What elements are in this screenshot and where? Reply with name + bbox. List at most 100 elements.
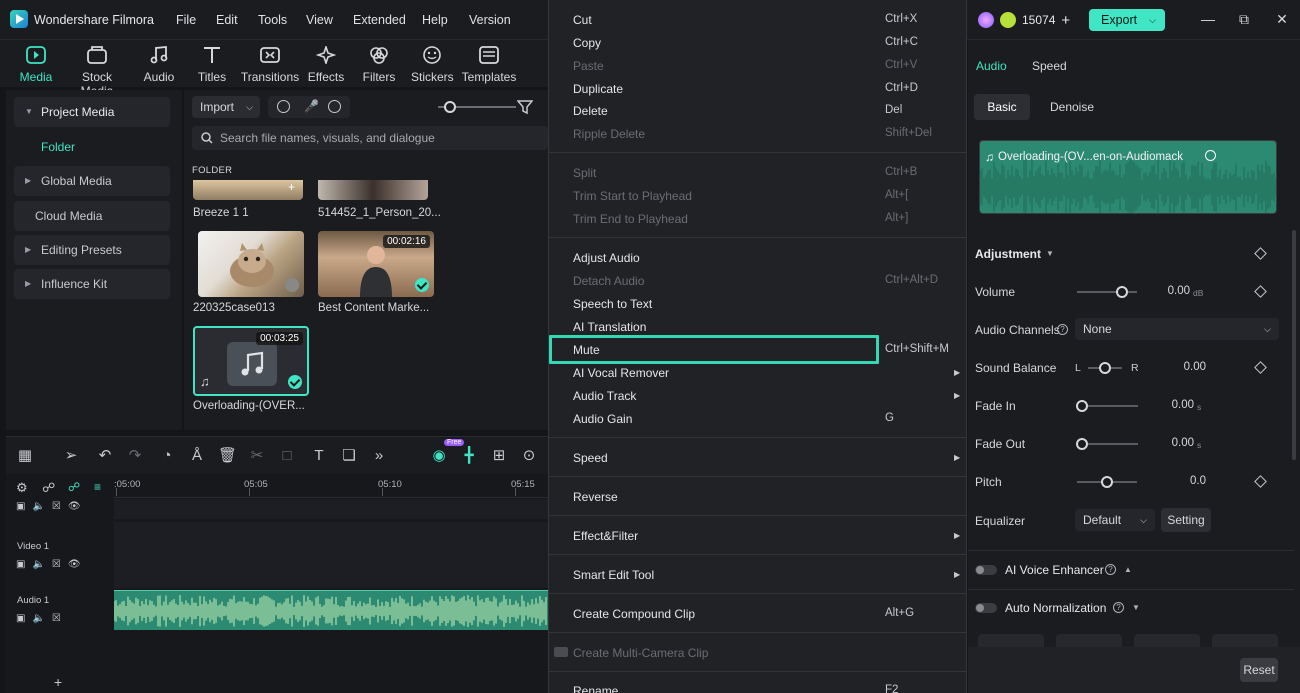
more-tools-icon[interactable]: » (370, 447, 388, 465)
auto-normalization-toggle[interactable] (975, 603, 997, 613)
reset-button[interactable]: Reset (1240, 658, 1278, 682)
link-icon[interactable]: ☍ (68, 480, 80, 494)
tab-speed[interactable]: Speed (1032, 59, 1067, 73)
add-icon[interactable]: + (288, 180, 295, 194)
sidebar-item-project-media[interactable]: ▼ Project Media (14, 97, 170, 127)
fade-in-value[interactable]: 0.00 (1154, 399, 1194, 411)
menu-item-speed[interactable]: Speed (573, 451, 608, 465)
filter-funnel-icon[interactable] (517, 99, 533, 115)
keyframe-diamond-icon[interactable] (1254, 475, 1267, 488)
audio-clip[interactable] (114, 590, 548, 630)
media-thumbnail[interactable]: 00:02:16 (318, 231, 434, 297)
pitch-knob[interactable] (1101, 476, 1113, 488)
menu-file[interactable]: File (176, 13, 196, 27)
menu-item-rename[interactable]: Rename (573, 684, 618, 693)
menu-tools[interactable]: Tools (258, 13, 287, 27)
keyframe-diamond-icon[interactable] (1254, 361, 1267, 374)
track-controls[interactable]: ▣🔈☒👁 (16, 559, 88, 570)
restore-icon[interactable]: ⧉ (1236, 11, 1252, 27)
keyframe-diamond-icon[interactable] (1254, 285, 1267, 298)
add-credits-icon[interactable]: + (1061, 12, 1070, 29)
track-controls[interactable]: ▣🔈☒ (16, 613, 68, 624)
media-thumbnail[interactable]: + (193, 180, 303, 200)
undo-icon[interactable]: ↶ (96, 447, 114, 465)
close-icon[interactable]: ✕ (1274, 11, 1290, 27)
tab-effects[interactable]: Effects (306, 44, 346, 84)
subtab-denoise[interactable]: Denoise (1042, 94, 1102, 120)
media-thumbnail[interactable] (198, 231, 304, 297)
menu-item-ai-translation[interactable]: AI Translation (573, 320, 646, 334)
add-track-icon[interactable]: ⊞ (490, 447, 508, 465)
tab-audio[interactable]: Audio (976, 59, 1007, 73)
loudness-preset-chip[interactable] (978, 634, 1044, 648)
timeline-settings-icon[interactable]: ⚙ (16, 480, 28, 496)
menu-item-delete[interactable]: Delete (573, 104, 608, 118)
equalizer-select[interactable]: Default ⌵ (1075, 509, 1155, 531)
fade-out-value[interactable]: 0.00 (1154, 437, 1194, 449)
shape-icon[interactable]: ❏ (340, 447, 358, 465)
crop-icon[interactable]: □ (278, 447, 296, 465)
thumbnail-size-knob[interactable] (444, 101, 456, 113)
tab-transitions[interactable]: Transitions (240, 44, 300, 84)
menu-item-smart-edit-tool[interactable]: Smart Edit Tool (573, 568, 654, 582)
menu-item-detach-audio[interactable]: Detach Audio (573, 274, 644, 288)
menu-item-multi-camera[interactable]: Create Multi-Camera Clip (573, 646, 708, 660)
fade-in-slider[interactable] (1082, 405, 1138, 407)
minimize-icon[interactable]: — (1200, 11, 1216, 27)
media-thumbnail[interactable] (318, 180, 428, 200)
menu-item-copy[interactable]: Copy (573, 36, 601, 50)
info-icon[interactable]: ? (1057, 324, 1068, 335)
playhead-knob[interactable] (1205, 150, 1216, 161)
menu-view[interactable]: View (306, 13, 333, 27)
info-icon[interactable]: ? (1105, 564, 1116, 575)
add-track-button[interactable]: + (54, 674, 62, 690)
sidebar-item-editing-presets[interactable]: ▶ Editing Presets (14, 235, 170, 265)
subtab-basic[interactable]: Basic (974, 94, 1030, 120)
search-box[interactable] (192, 126, 548, 150)
select-tool-icon[interactable]: ➢ (62, 447, 80, 465)
loudness-preset-chip[interactable] (1134, 634, 1200, 648)
redo-icon[interactable]: ↷ (126, 447, 144, 465)
layout-grid-icon[interactable]: ▦ (16, 447, 34, 465)
volume-slider-knob[interactable] (1116, 286, 1128, 298)
tab-filters[interactable]: Filters (361, 44, 397, 84)
menu-item-speech-to-text[interactable]: Speech to Text (573, 297, 652, 311)
menu-item-duplicate[interactable]: Duplicate (573, 82, 623, 96)
delete-icon[interactable]: 🗑 (218, 447, 237, 465)
cut-scissors-icon[interactable]: ✂ (248, 447, 266, 465)
search-input[interactable] (220, 126, 540, 150)
ai-mate-icon[interactable]: ◉ (430, 447, 448, 465)
ai-voice-enhancer-toggle[interactable] (975, 565, 997, 575)
add-to-timeline-icon[interactable] (285, 278, 299, 292)
caret-down-icon[interactable]: ▼ (1046, 249, 1054, 258)
caret-up-icon[interactable]: ▲ (1124, 565, 1132, 574)
menu-item-cut[interactable]: Cut (573, 13, 592, 27)
fade-out-slider[interactable] (1082, 443, 1138, 445)
sidebar-item-cloud-media[interactable]: Cloud Media (14, 201, 170, 231)
menu-item-paste[interactable]: Paste (573, 59, 604, 73)
video-track-lane[interactable] (114, 522, 548, 588)
fade-out-knob[interactable] (1076, 438, 1088, 450)
info-icon[interactable]: ? (1113, 602, 1124, 613)
microphone-icon[interactable]: 🎤 (304, 99, 319, 113)
menu-item-reverse[interactable]: Reverse (573, 490, 618, 504)
snapshot-icon[interactable]: ⊙ (520, 447, 538, 465)
fade-in-knob[interactable] (1076, 400, 1088, 412)
tab-media[interactable]: Media (16, 44, 56, 84)
ai-record-icon[interactable] (328, 100, 341, 113)
loudness-preset-chip[interactable] (1056, 634, 1122, 648)
ai-translate-icon[interactable]: Å (188, 447, 206, 465)
import-button[interactable]: Import ⌵ (192, 96, 260, 118)
record-screen-icon[interactable] (277, 100, 290, 113)
tab-templates[interactable]: Templates (461, 44, 517, 84)
avatar[interactable] (978, 12, 994, 28)
volume-slider[interactable] (1077, 291, 1137, 293)
track-controls[interactable]: ▣🔈☒👁 (16, 501, 88, 512)
auto-ripple-icon[interactable]: ≡ (94, 480, 101, 494)
menu-item-adjust-audio[interactable]: Adjust Audio (573, 251, 640, 265)
export-button[interactable]: Export ⌵ (1089, 9, 1165, 31)
menu-item-trim-start[interactable]: Trim Start to Playhead (573, 189, 692, 203)
pitch-value[interactable]: 0.0 (1166, 475, 1206, 487)
tab-titles[interactable]: Titles (195, 44, 229, 84)
speed-ramp-icon[interactable]: ◔ (158, 447, 176, 465)
